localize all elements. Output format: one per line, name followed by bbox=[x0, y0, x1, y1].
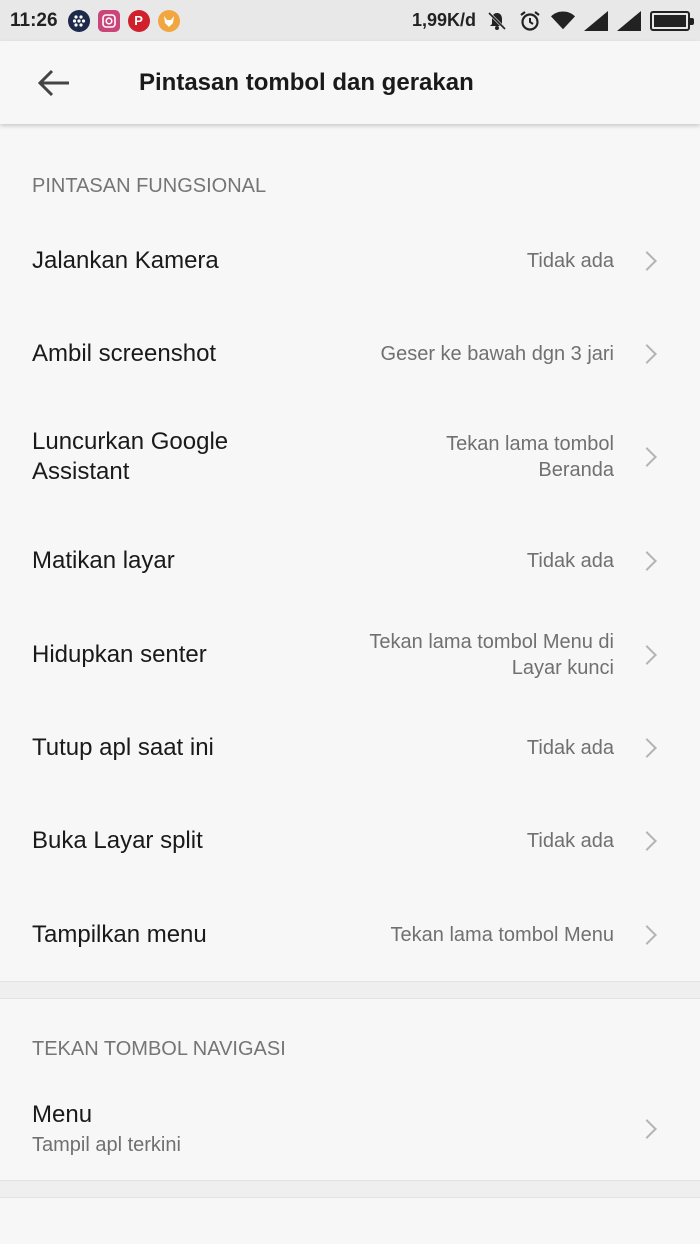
net-speed: 1,99K/d bbox=[411, 10, 476, 30]
signal-icon-1 bbox=[584, 9, 608, 33]
setting-value: Tidak ada bbox=[526, 249, 614, 272]
chevron-right-icon bbox=[637, 344, 657, 364]
section-divider bbox=[0, 981, 700, 999]
setting-label: Hidupkan senter bbox=[32, 640, 207, 668]
setting-value: Tekan lama tombol Menu di Layar kunci bbox=[369, 630, 614, 679]
chevron-right-icon bbox=[637, 1118, 657, 1139]
setting-label: Tutup apl saat ini bbox=[32, 733, 214, 761]
setting-value: Tidak ada bbox=[526, 549, 614, 572]
setting-row-screen-off[interactable]: Matikan layar Tidak ada bbox=[0, 513, 700, 608]
setting-value: Tidak ada bbox=[526, 830, 614, 852]
alarm-icon bbox=[518, 9, 542, 33]
chevron-right-icon bbox=[637, 924, 657, 945]
setting-value: Tekan lama tombol Beranda bbox=[446, 433, 614, 481]
setting-row-show-menu[interactable]: Tampilkan menu Tekan lama tombol Menu bbox=[0, 888, 700, 981]
setting-row-close-app[interactable]: Tutup apl saat ini Tidak ada bbox=[0, 701, 700, 794]
chevron-right-icon bbox=[637, 250, 657, 271]
setting-value: Tekan lama tombol Menu bbox=[390, 923, 614, 946]
instagram-icon bbox=[97, 9, 120, 32]
notification-icons: P bbox=[67, 9, 180, 32]
status-time: 11:26 bbox=[10, 9, 58, 31]
wifi-icon bbox=[551, 9, 575, 33]
back-button[interactable] bbox=[24, 53, 84, 113]
chevron-right-icon bbox=[637, 831, 657, 851]
app-bar: Pintasan tombol dan gerakan bbox=[0, 41, 700, 124]
setting-row-menu[interactable]: Menu Tampil apl terkini bbox=[0, 1077, 700, 1180]
section-header-functional: PINTASAN FUNGSIONAL bbox=[32, 174, 267, 197]
bbm-icon bbox=[67, 9, 90, 32]
section-divider bbox=[0, 1180, 700, 1198]
signal-icon-2 bbox=[617, 9, 641, 33]
section-header-navigation: TEKAN TOMBOL NAVIGASI bbox=[32, 1037, 286, 1060]
system-status: 1,99K/d bbox=[411, 9, 694, 33]
setting-value: Tidak ada bbox=[526, 736, 614, 759]
setting-row-flashlight[interactable]: Hidupkan senter Tekan lama tombol Menu d… bbox=[0, 608, 700, 701]
chevron-right-icon bbox=[637, 737, 657, 758]
setting-label: Tampilkan menu bbox=[32, 920, 207, 948]
status-bar: 11:26 P 1,99K/d bbox=[0, 0, 700, 41]
notifications-off-icon bbox=[485, 9, 509, 33]
arrow-left-icon bbox=[37, 69, 69, 96]
setting-value: Geser ke bawah dgn 3 jari bbox=[380, 343, 614, 365]
setting-label: Luncurkan Google Assistant bbox=[32, 428, 229, 485]
chevron-right-icon bbox=[637, 644, 657, 665]
setting-label: Buka Layar split bbox=[32, 827, 203, 854]
chevron-right-icon bbox=[637, 447, 657, 467]
setting-row-google-assistant[interactable]: Luncurkan Google Assistant Tekan lama to… bbox=[0, 401, 700, 513]
battery-icon bbox=[650, 10, 694, 31]
chevron-right-icon bbox=[637, 550, 657, 571]
setting-label: Jalankan Kamera bbox=[32, 246, 219, 274]
setting-row-split-screen[interactable]: Buka Layar split Tidak ada bbox=[0, 794, 700, 888]
setting-label: Matikan layar bbox=[32, 546, 175, 574]
setting-label: Menu bbox=[32, 1101, 93, 1128]
setting-row-camera[interactable]: Jalankan Kamera Tidak ada bbox=[0, 214, 700, 307]
fox-icon bbox=[157, 9, 180, 32]
page-title: Pintasan tombol dan gerakan bbox=[139, 68, 474, 96]
settings-list: PINTASAN FUNGSIONAL Jalankan Kamera Tida… bbox=[0, 124, 700, 1198]
setting-label: Ambil screenshot bbox=[32, 340, 217, 367]
setting-row-screenshot[interactable]: Ambil screenshot Geser ke bawah dgn 3 ja… bbox=[0, 307, 700, 401]
pinterest-icon: P bbox=[127, 9, 150, 32]
setting-subtitle: Tampil apl terkini bbox=[32, 1134, 181, 1156]
